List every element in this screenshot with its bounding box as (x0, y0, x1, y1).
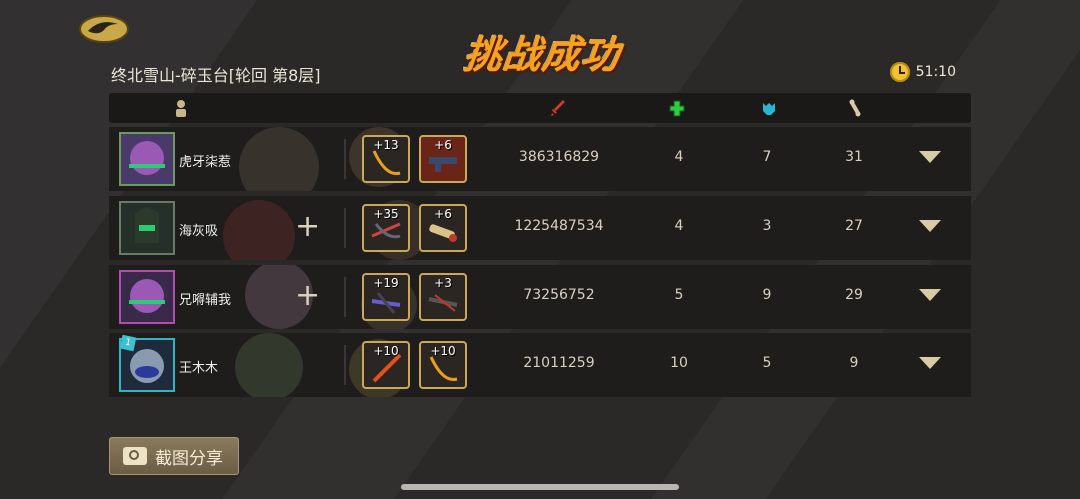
bone-value: 31 (845, 149, 863, 165)
player-row: 虎牙柒惹 +13 +6 386316829 4 7 31 (109, 127, 971, 191)
player-row: 海灰吸 + +35 +6 1225487534 4 3 27 (109, 196, 971, 260)
gear-level: +6 (434, 207, 452, 221)
weapon-slot[interactable]: +10 (362, 341, 410, 389)
weapon-level: +19 (373, 276, 399, 290)
player-row: 1 王木木 +10 +10 21011259 10 5 9 (109, 333, 971, 397)
gear-level: +10 (430, 344, 456, 358)
back-arrow-icon (79, 15, 129, 43)
gear-slot[interactable]: +10 (419, 341, 467, 389)
damage-value: 73256752 (523, 287, 595, 303)
gear-level: +3 (434, 276, 452, 290)
gear-slot[interactable]: +6 (419, 135, 467, 183)
add-friend-button[interactable]: + (295, 212, 320, 242)
bone-value: 27 (845, 218, 863, 234)
heal-value: 10 (670, 355, 688, 371)
weapon-level: +35 (373, 207, 399, 221)
tank-value: 9 (762, 287, 772, 303)
person-icon (176, 100, 186, 117)
heal-value: 5 (674, 287, 684, 303)
clock-icon (889, 62, 910, 82)
divider (344, 208, 346, 248)
heal-value: 4 (674, 149, 684, 165)
bone-value: 9 (849, 355, 859, 371)
expand-chevron-icon[interactable] (919, 357, 941, 369)
home-indicator[interactable] (401, 484, 679, 490)
avatar[interactable] (119, 132, 175, 186)
rank-badge-icon: 1 (119, 334, 137, 352)
divider (344, 345, 346, 385)
gear-slot[interactable]: +6 (419, 204, 467, 252)
expand-chevron-icon[interactable] (919, 151, 941, 163)
player-row: 兄嘚辅我 + +19 +3 73256752 5 9 29 (109, 265, 971, 329)
expand-chevron-icon[interactable] (919, 220, 941, 232)
expand-chevron-icon[interactable] (919, 289, 941, 301)
bone-icon (849, 99, 861, 117)
screenshot-share-button[interactable]: 截图分享 (109, 437, 239, 475)
table-header (109, 93, 971, 123)
damage-value: 21011259 (523, 355, 595, 371)
bone-value: 29 (845, 287, 863, 303)
player-name: 兄嘚辅我 (179, 293, 232, 308)
player-name: 王木木 (179, 361, 219, 376)
weapon-level: +10 (373, 344, 399, 358)
weapon-level: +13 (373, 138, 399, 152)
sword-icon (551, 100, 565, 116)
divider (344, 139, 346, 179)
timer-value: 51:10 (915, 64, 956, 80)
avatar[interactable] (119, 201, 175, 255)
weapon-slot[interactable]: +19 (362, 273, 410, 321)
gear-slot[interactable]: +3 (419, 273, 467, 321)
weapon-slot[interactable]: +35 (362, 204, 410, 252)
player-name: 海灰吸 (179, 224, 219, 239)
tank-value: 7 (762, 149, 772, 165)
green-cross-icon (669, 100, 685, 117)
avatar[interactable] (119, 270, 175, 324)
page-title: 挑战成功 (461, 33, 623, 77)
back-button[interactable] (78, 12, 130, 44)
camera-icon (123, 447, 147, 465)
damage-value: 386316829 (518, 149, 600, 165)
heal-value: 4 (674, 218, 684, 234)
share-label: 截图分享 (155, 448, 223, 469)
divider (344, 277, 346, 317)
tank-value: 3 (762, 218, 772, 234)
title-banner: 挑战成功 (455, 24, 630, 78)
player-name: 虎牙柒惹 (179, 155, 232, 170)
weapon-slot[interactable]: +13 (362, 135, 410, 183)
damage-value: 1225487534 (514, 218, 604, 234)
level-title: 终北雪山-碎玉台[轮回 第8层] (111, 66, 321, 85)
add-friend-button[interactable]: + (295, 281, 320, 311)
tank-value: 5 (762, 355, 772, 371)
wolf-icon (763, 103, 775, 115)
gear-level: +6 (434, 138, 452, 152)
timer: 51:10 (889, 62, 956, 82)
